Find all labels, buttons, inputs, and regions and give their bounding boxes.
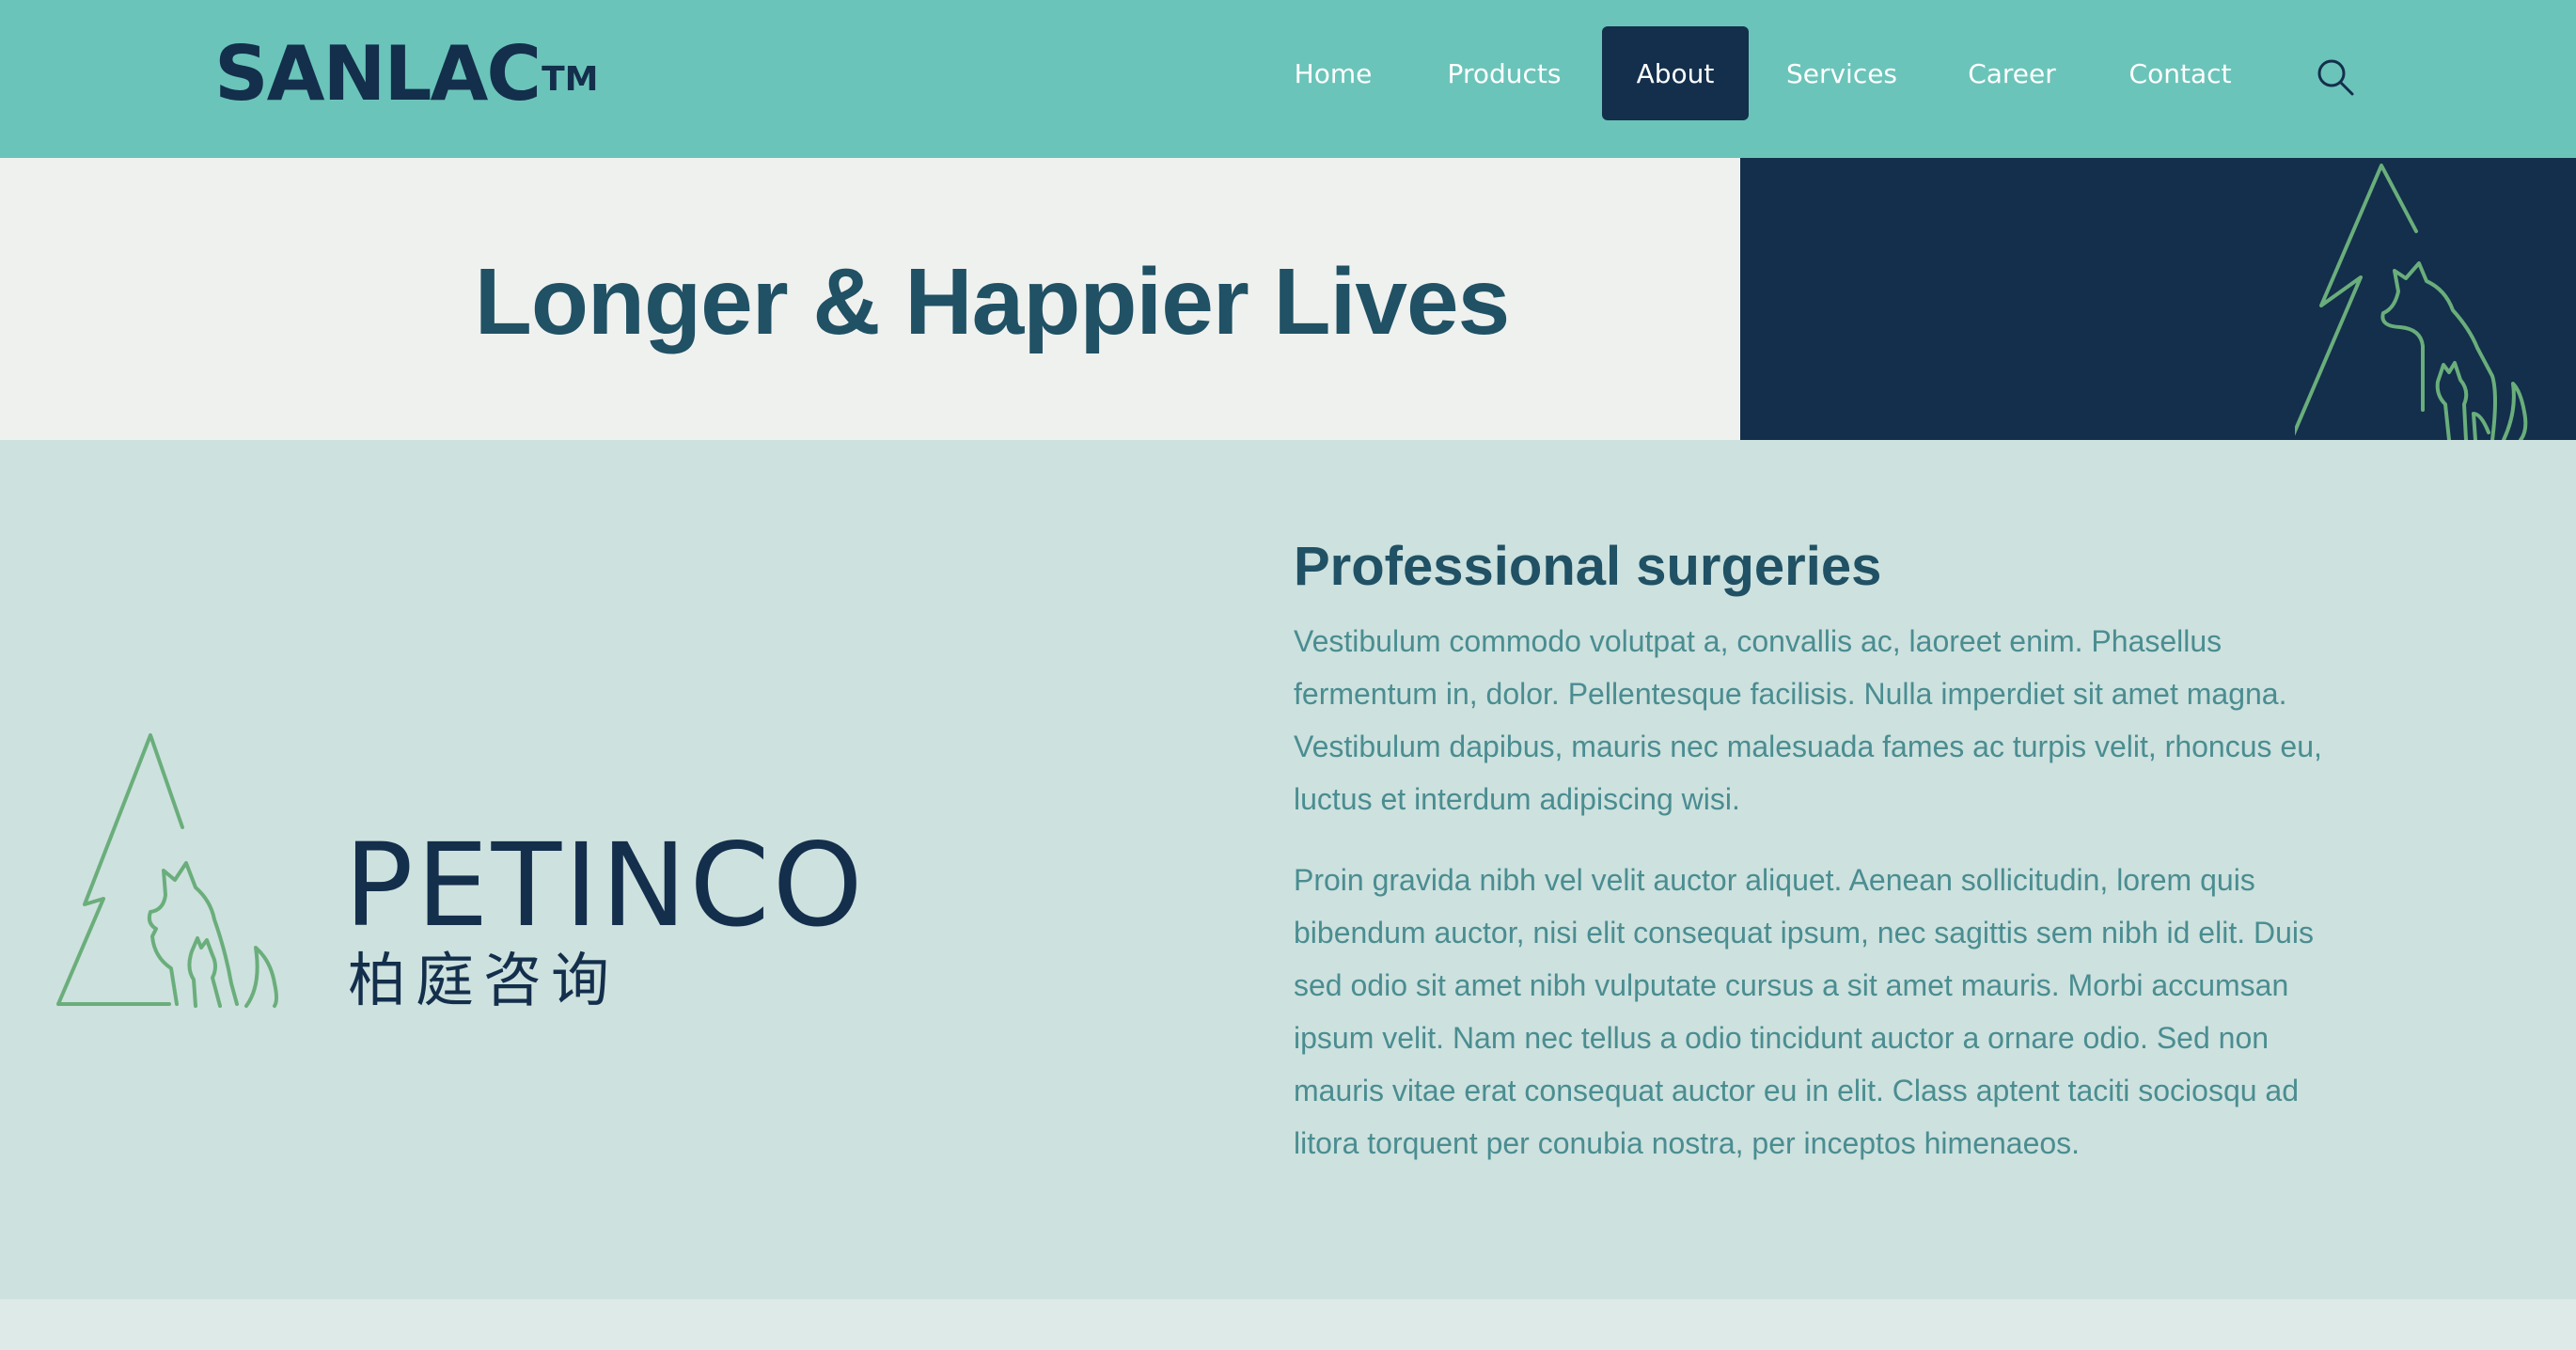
nav-home[interactable]: Home xyxy=(1275,26,1391,120)
hero-title: Longer & Happier Lives xyxy=(474,249,1510,354)
tree-dog-cat-icon xyxy=(56,733,278,1008)
paragraph-2: Proin gravida nibh vel velit auctor aliq… xyxy=(1294,863,2314,1160)
search-button[interactable] xyxy=(2311,53,2362,103)
about-content: Professional surgeries Vestibulum commod… xyxy=(1294,534,2328,1198)
tree-dog-cat-icon xyxy=(2295,164,2528,440)
footer-divider xyxy=(0,1299,2576,1350)
nav-products[interactable]: Products xyxy=(1431,26,1578,120)
main-nav: Home Products About Services Career Cont… xyxy=(0,0,2576,158)
petinco-logo: PETINCO 柏庭咨询 xyxy=(56,733,866,1012)
nav-career[interactable]: Career xyxy=(1963,26,2061,120)
nav-services[interactable]: Services xyxy=(1777,26,1907,120)
logo-wordmark: PETINCO xyxy=(344,819,866,952)
hero-side-panel xyxy=(1740,158,2576,440)
nav-contact[interactable]: Contact xyxy=(2121,26,2239,120)
section-title: Professional surgeries xyxy=(1294,536,1882,597)
logo-subtitle: 柏庭咨询 xyxy=(348,946,619,1012)
hero-banner: Longer & Happier Lives xyxy=(0,158,1740,440)
nav-about[interactable]: About xyxy=(1602,26,1749,120)
paragraph-1: Vestibulum commodo volutpat a, convallis… xyxy=(1294,624,2322,816)
search-icon xyxy=(2317,59,2354,96)
site-header: SANLACTM Home Products About Services Ca… xyxy=(0,0,2576,158)
